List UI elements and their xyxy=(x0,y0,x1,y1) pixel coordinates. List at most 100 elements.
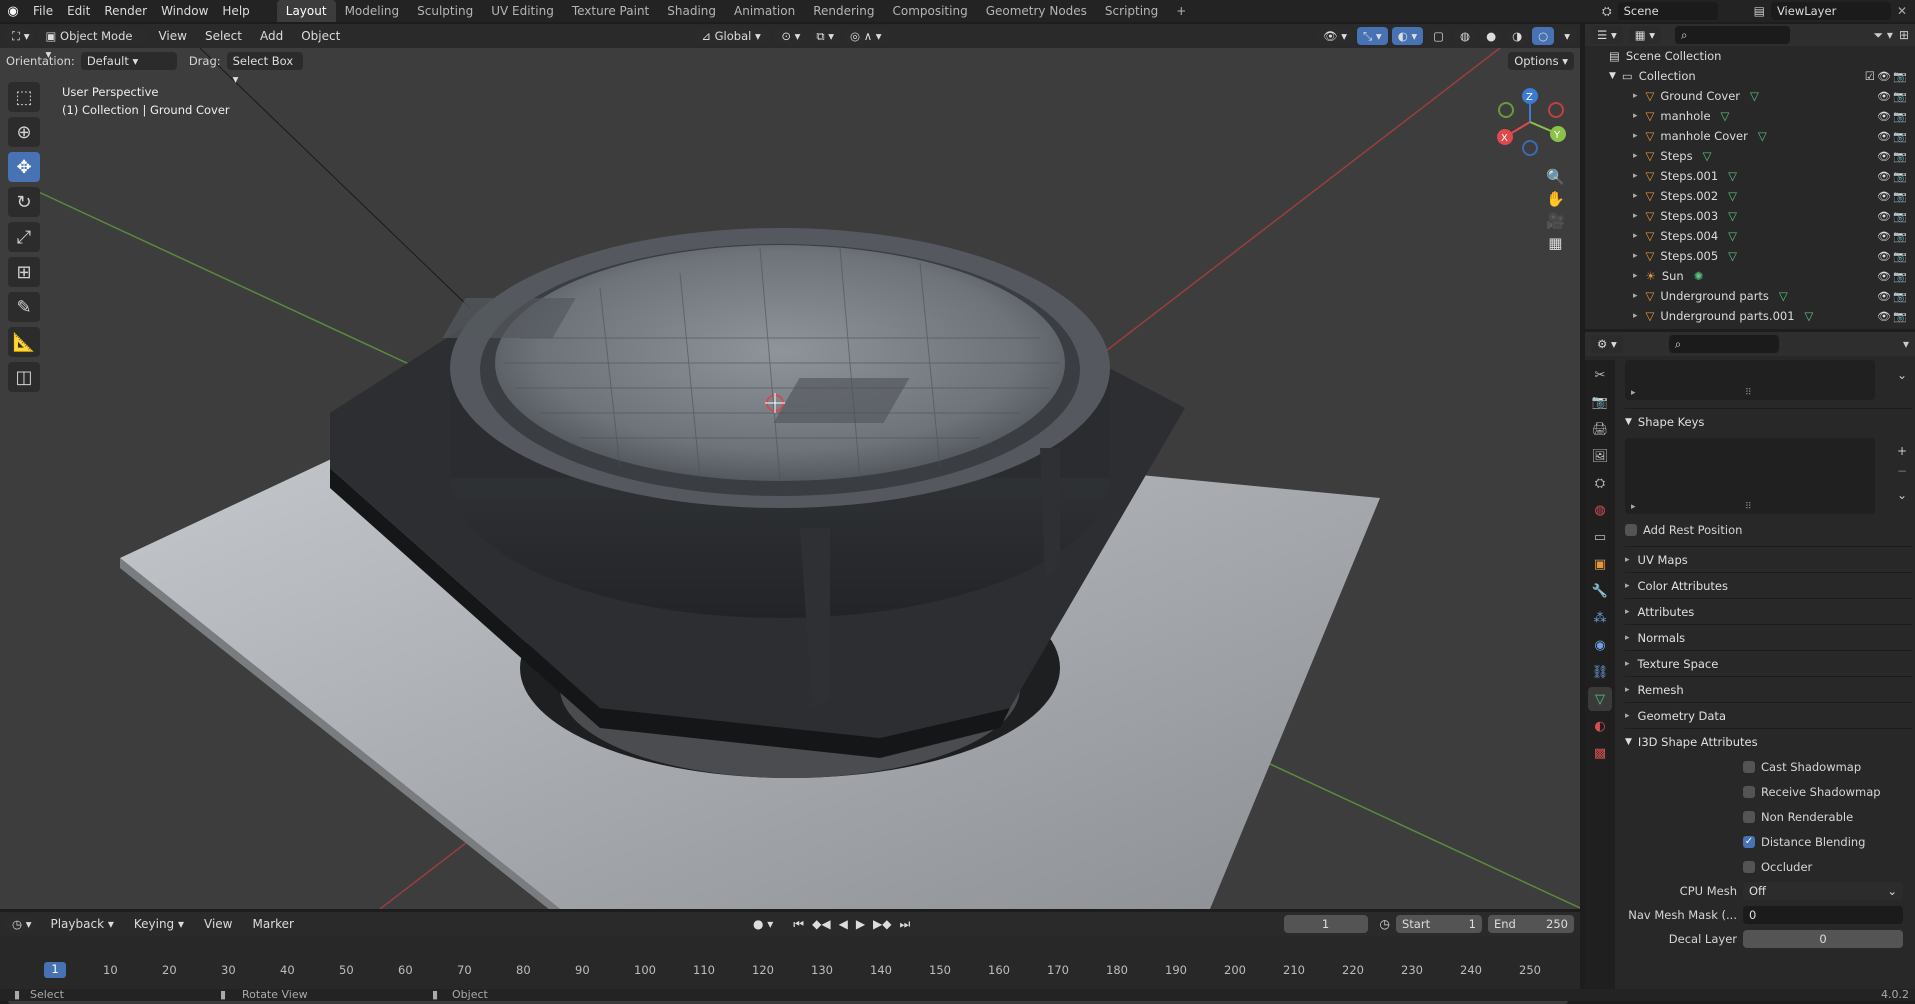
properties-editor-icon[interactable]: ⚙ ▾ xyxy=(1591,335,1623,353)
add-rest-position-checkbox[interactable]: Add Rest Position xyxy=(1625,518,1913,542)
visibility-eye-icon[interactable]: 👁 xyxy=(1877,230,1891,243)
render-camera-icon[interactable]: 📷 xyxy=(1893,110,1907,123)
menu-edit[interactable]: Edit xyxy=(60,0,97,22)
move-tool-icon[interactable]: ✥ xyxy=(8,152,40,182)
i3d-checkbox-row[interactable]: Receive Shadowmap xyxy=(1743,779,1913,804)
visibility-eye-icon[interactable]: 👁 xyxy=(1877,110,1891,123)
menu-window[interactable]: Window xyxy=(154,0,215,22)
i3d-checkbox-row[interactable]: Occluder xyxy=(1743,854,1913,879)
rotate-tool-icon[interactable]: ↻ xyxy=(8,187,40,217)
timeline-menu-view[interactable]: View xyxy=(197,913,239,935)
editor-type-button[interactable]: ⛶ ▾ xyxy=(6,27,36,45)
outliner-item[interactable]: ▸ ▽ Ground Cover ▽ 👁 📷 xyxy=(1585,86,1915,106)
tab-scripting[interactable]: Scripting xyxy=(1096,0,1167,22)
overlay-toggle[interactable]: ◐ ▾ xyxy=(1391,27,1424,45)
collection-tab-icon[interactable]: ▭ xyxy=(1588,525,1612,549)
mesh-data-icon[interactable]: ▽ xyxy=(1728,189,1737,203)
render-camera-icon[interactable]: 📷 xyxy=(1893,310,1907,323)
vertex-groups-menu-icon[interactable]: ⌄ xyxy=(1897,368,1907,382)
xray-toggle[interactable]: ▢ xyxy=(1427,27,1451,45)
render-camera-icon[interactable]: 📷 xyxy=(1893,190,1907,203)
material-tab-icon[interactable]: ◐ xyxy=(1588,714,1612,738)
visibility-eye-icon[interactable]: 👁 xyxy=(1877,270,1891,283)
menu-help[interactable]: Help xyxy=(215,0,256,22)
physics-tab-icon[interactable]: ◉ xyxy=(1588,633,1612,657)
list-resize-icon[interactable]: ⠿ xyxy=(1745,502,1752,512)
collection-render-icon[interactable]: 📷 xyxy=(1893,70,1907,83)
expand-right-icon[interactable]: ▸ xyxy=(1633,171,1638,181)
panel-normals[interactable]: ▸ Normals xyxy=(1625,624,1913,650)
tab-geometry-nodes[interactable]: Geometry Nodes xyxy=(977,0,1096,22)
collection-visibility-icon[interactable]: 👁 xyxy=(1877,70,1891,83)
render-tab-icon[interactable]: 📷 xyxy=(1588,390,1612,414)
add-cube-tool-icon[interactable]: ◫ xyxy=(8,362,40,392)
drag-dropdown[interactable]: Select Box ▾ xyxy=(226,52,303,86)
outliner-item[interactable]: ▸ ▽ Steps.001 ▽ 👁 📷 xyxy=(1585,166,1915,186)
list-expand-icon[interactable]: ▸ xyxy=(1631,502,1636,512)
expand-down-icon[interactable]: ▼ xyxy=(1609,71,1616,81)
outliner-search-input[interactable]: ⌕ xyxy=(1675,26,1791,44)
outliner-editor-icon[interactable]: ☰ ▾ xyxy=(1591,26,1623,44)
mesh-data-icon[interactable]: ▽ xyxy=(1721,109,1730,123)
select-box-tool-icon[interactable]: ⬚ xyxy=(8,82,40,112)
mesh-data-icon[interactable]: ▽ xyxy=(1805,309,1814,323)
gizmo-toggle[interactable]: ⤡ ▾ xyxy=(1357,27,1388,45)
panel-uv-maps[interactable]: ▸ UV Maps xyxy=(1625,546,1913,572)
annotate-tool-icon[interactable]: ✎ xyxy=(8,292,40,322)
render-camera-icon[interactable]: 📷 xyxy=(1893,90,1907,103)
light-data-icon[interactable]: ✺ xyxy=(1694,269,1704,283)
timeline-menu-marker[interactable]: Marker xyxy=(246,913,301,935)
visibility-eye-icon[interactable]: 👁 xyxy=(1877,210,1891,223)
jump-keyframe-back-icon[interactable]: ◆◀ xyxy=(812,917,830,932)
list-expand-icon[interactable]: ▸ xyxy=(1631,388,1636,398)
decal-layer-field[interactable]: 0 xyxy=(1743,930,1903,948)
visibility-dropdown[interactable]: 👁 ▾ xyxy=(1317,27,1354,45)
panel-shape-keys[interactable]: ▼ Shape Keys xyxy=(1625,408,1913,434)
jump-end-icon[interactable]: ⏭ xyxy=(900,917,911,932)
jump-keyframe-forward-icon[interactable]: ▶◆ xyxy=(873,917,891,932)
add-shape-key-icon[interactable]: + xyxy=(1897,444,1907,458)
end-frame-field[interactable]: End 250 xyxy=(1488,915,1574,933)
scene-icon[interactable]: ⛭ xyxy=(1602,4,1612,19)
mesh-data-icon[interactable]: ▽ xyxy=(1728,169,1737,183)
shading-rendered[interactable]: ○ xyxy=(1532,27,1555,45)
mesh-data-icon[interactable]: ▽ xyxy=(1779,289,1788,303)
tab-compositing[interactable]: Compositing xyxy=(883,0,976,22)
viewport-menu-select[interactable]: Select xyxy=(198,25,249,47)
transform-orientation-dropdown[interactable]: ⊿ Global ▾ xyxy=(695,27,772,45)
expand-right-icon[interactable]: ▸ xyxy=(1633,311,1638,321)
menu-file[interactable]: File xyxy=(26,0,60,22)
render-camera-icon[interactable]: 📷 xyxy=(1893,230,1907,243)
play-icon[interactable]: ▶ xyxy=(856,917,865,932)
modifier-tab-icon[interactable]: 🔧 xyxy=(1588,579,1612,603)
mesh-data-icon[interactable]: ▽ xyxy=(1728,229,1737,243)
visibility-eye-icon[interactable]: 👁 xyxy=(1877,170,1891,183)
visibility-eye-icon[interactable]: 👁 xyxy=(1877,190,1891,203)
preview-range-icon[interactable]: ◷ xyxy=(1380,917,1390,931)
expand-right-icon[interactable]: ▸ xyxy=(1633,151,1638,161)
zoom-icon[interactable]: 🔍 xyxy=(1546,168,1565,186)
timeline-menu-keying[interactable]: Keying ▾ xyxy=(127,913,191,935)
camera-view-icon[interactable]: 🎥 xyxy=(1546,212,1565,230)
blender-logo-icon[interactable]: ◉ xyxy=(0,4,26,19)
view-layer-icon[interactable]: ▤ xyxy=(1754,4,1765,18)
playhead[interactable]: 1 xyxy=(44,962,66,978)
panel-geometry-data[interactable]: ▸ Geometry Data xyxy=(1625,702,1913,728)
outliner-item[interactable]: ▸ ▽ Steps.004 ▽ 👁 📷 xyxy=(1585,226,1915,246)
current-frame-field[interactable]: 1 xyxy=(1283,915,1368,933)
proportional-edit-toggle[interactable]: ◎ ∧ ▾ xyxy=(844,27,888,45)
shading-wireframe[interactable]: ◍ xyxy=(1454,27,1477,45)
expand-right-icon[interactable]: ▸ xyxy=(1633,271,1638,281)
cpu-mesh-dropdown[interactable]: Off ⌄ xyxy=(1743,882,1903,900)
expand-right-icon[interactable]: ▸ xyxy=(1633,231,1638,241)
menu-render[interactable]: Render xyxy=(97,0,154,22)
mesh-data-icon[interactable]: ▽ xyxy=(1750,89,1759,103)
viewport-menu-view[interactable]: View xyxy=(151,25,193,47)
outliner-item[interactable]: ▸ ☀ Sun ✺ 👁 📷 xyxy=(1585,266,1915,286)
add-workspace-icon[interactable]: + xyxy=(1167,0,1195,22)
outliner-item[interactable]: ▸ ▽ Underground parts.001 ▽ 👁 📷 xyxy=(1585,306,1915,326)
mesh-data-icon[interactable]: ▽ xyxy=(1758,129,1767,143)
outliner-item[interactable]: ▸ ▽ Steps.002 ▽ 👁 📷 xyxy=(1585,186,1915,206)
constraints-tab-icon[interactable]: ⛓ xyxy=(1588,660,1612,684)
visibility-eye-icon[interactable]: 👁 xyxy=(1877,130,1891,143)
